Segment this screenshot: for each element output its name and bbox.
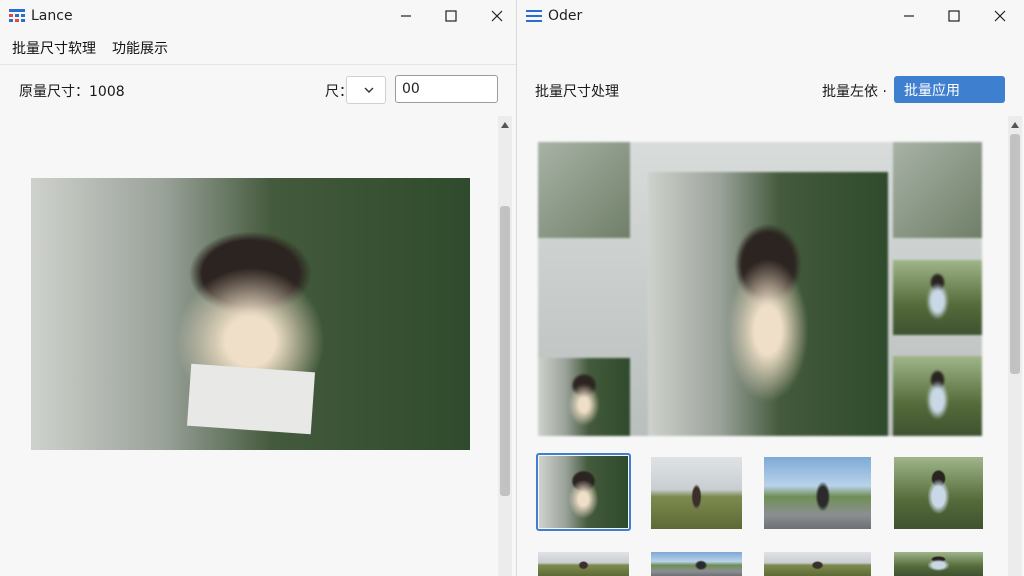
thumbnail-3[interactable]: [764, 457, 871, 529]
maximize-icon: [445, 10, 457, 22]
blurred-tile: [538, 142, 630, 238]
batch-apply-button[interactable]: 批量应用: [894, 76, 1005, 103]
size-dropdown[interactable]: [346, 76, 386, 104]
composite-tile: [538, 358, 630, 436]
size-input[interactable]: 00: [395, 75, 498, 103]
grid-app-icon: [9, 9, 25, 23]
chevron-down-icon: [364, 87, 374, 93]
thumbnail-7[interactable]: [764, 552, 871, 576]
left-scrollbar[interactable]: [498, 116, 512, 576]
close-icon: [491, 10, 503, 22]
close-button[interactable]: [977, 0, 1023, 32]
right-scroll-thumb[interactable]: [1010, 134, 1020, 374]
minimize-icon: [401, 15, 411, 17]
list-app-icon: [526, 9, 542, 23]
maximize-button[interactable]: [931, 0, 977, 32]
thumbnail-2[interactable]: [651, 457, 742, 529]
minimize-icon: [904, 15, 914, 17]
blurred-tile: [893, 142, 982, 238]
right-window-title: Oder: [548, 8, 583, 24]
left-window: Lance 批量尺寸软理 功能展示 原量尺寸：1008 尺： 00: [0, 0, 517, 576]
left-menubar: 批量尺寸软理 功能展示: [0, 32, 516, 65]
close-button[interactable]: [474, 0, 516, 32]
left-titlebar: Lance: [0, 0, 516, 32]
maximize-icon: [948, 10, 960, 22]
right-window: Oder 批量尺寸处理 批量左依 · 批量应用: [517, 0, 1024, 576]
thumbnail-8[interactable]: [894, 552, 983, 576]
thumbnail-5[interactable]: [538, 552, 629, 576]
right-titlebar: Oder: [517, 0, 1024, 32]
scroll-up-arrow-icon[interactable]: [500, 120, 510, 130]
minimize-button[interactable]: [383, 0, 429, 32]
thumbnail-1[interactable]: [539, 456, 628, 528]
composite-main-image: [648, 172, 888, 436]
menu-item-batch-size[interactable]: 批量尺寸软理: [12, 38, 96, 58]
menu-item-features[interactable]: 功能展示: [112, 38, 168, 58]
maximize-button[interactable]: [428, 0, 474, 32]
thumbnail-4[interactable]: [894, 457, 983, 529]
composite-preview: [538, 142, 982, 436]
section-title: 批量尺寸处理: [535, 84, 619, 100]
right-scrollbar[interactable]: [1008, 116, 1022, 576]
close-icon: [994, 10, 1006, 22]
composite-tile: [893, 356, 982, 436]
composite-tile: [893, 260, 982, 335]
held-paper: [186, 363, 316, 435]
scroll-up-arrow-icon[interactable]: [1010, 120, 1020, 130]
original-size-label: 原量尺寸：1008: [19, 84, 125, 100]
preview-image: [31, 178, 470, 450]
batch-label: 批量左依 ·: [822, 84, 887, 100]
left-scroll-thumb[interactable]: [500, 206, 510, 496]
thumbnail-6[interactable]: [651, 552, 742, 576]
minimize-button[interactable]: [886, 0, 932, 32]
left-window-title: Lance: [31, 8, 73, 24]
